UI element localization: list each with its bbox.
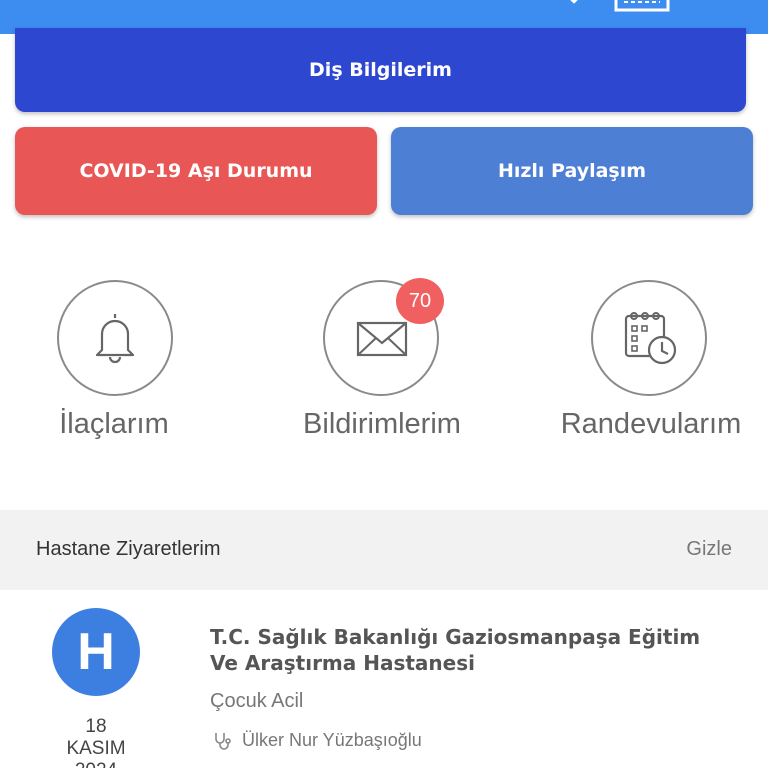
dis-bilgilerim-button[interactable]: Diş Bilgilerim	[15, 28, 746, 112]
randevularim-label: Randevularım	[560, 408, 742, 440]
hospital-name: T.C. Sağlık Bakanlığı Gaziosmanpaşa Eğit…	[210, 625, 701, 675]
screen: Diş Bilgilerim COVID-19 Aşı Durumu Hızlı…	[0, 0, 768, 768]
section-title: Hastane Ziyaretlerim	[36, 538, 221, 560]
visit-day: 18	[85, 716, 107, 737]
quick-share-button[interactable]: Hızlı Paylaşım	[391, 127, 753, 215]
chevron-icon[interactable]	[566, 0, 582, 6]
doctor-row: Ülker Nur Yüzbaşıoğlu	[212, 730, 422, 751]
envelope-icon	[356, 321, 408, 357]
bell-icon	[95, 314, 135, 364]
ilaclarim-label: İlaçlarım	[59, 408, 169, 440]
randevularim-shortcut[interactable]: Randevularım	[531, 280, 768, 450]
visit-date: 18 KASIM 2024	[46, 716, 146, 768]
dis-bilgilerim-label: Diş Bilgilerim	[309, 59, 452, 81]
calendar-icon[interactable]	[614, 0, 670, 12]
randevularim-circle[interactable]	[591, 280, 707, 396]
hide-button[interactable]: Gizle	[686, 538, 732, 561]
bildirimlerim-label: Bildirimlerim	[303, 408, 461, 440]
hizli-paylasim-label: Hızlı Paylaşım	[497, 160, 647, 182]
notification-count-badge: 70	[396, 278, 444, 324]
hospital-visit-item[interactable]: H 18 KASIM 2024 T.C. Sağlık Bakanlığı Ga…	[0, 590, 768, 768]
department-name: Çocuk Acil	[210, 690, 304, 712]
calendar-clock-icon	[624, 312, 677, 365]
menu-grid-icon[interactable]	[706, 0, 744, 4]
hospital-visits-header: Hastane Ziyaretlerim Gizle	[0, 510, 768, 590]
stethoscope-icon	[215, 732, 231, 750]
covid-vaccine-status-button[interactable]: COVID-19 Aşı Durumu	[15, 127, 377, 215]
ilaclarim-circle[interactable]	[57, 280, 173, 396]
ilaclarim-shortcut[interactable]: İlaçlarım	[0, 280, 234, 450]
covid-label: COVID-19 Aşı Durumu	[79, 160, 313, 182]
doctor-name: Ülker Nur Yüzbaşıoğlu	[242, 730, 422, 750]
bildirimlerim-shortcut[interactable]: 70 Bildirimlerim	[262, 278, 502, 450]
visit-year: 2024	[46, 760, 146, 768]
hospital-avatar: H	[52, 608, 140, 696]
visit-month: KASIM	[66, 738, 126, 759]
